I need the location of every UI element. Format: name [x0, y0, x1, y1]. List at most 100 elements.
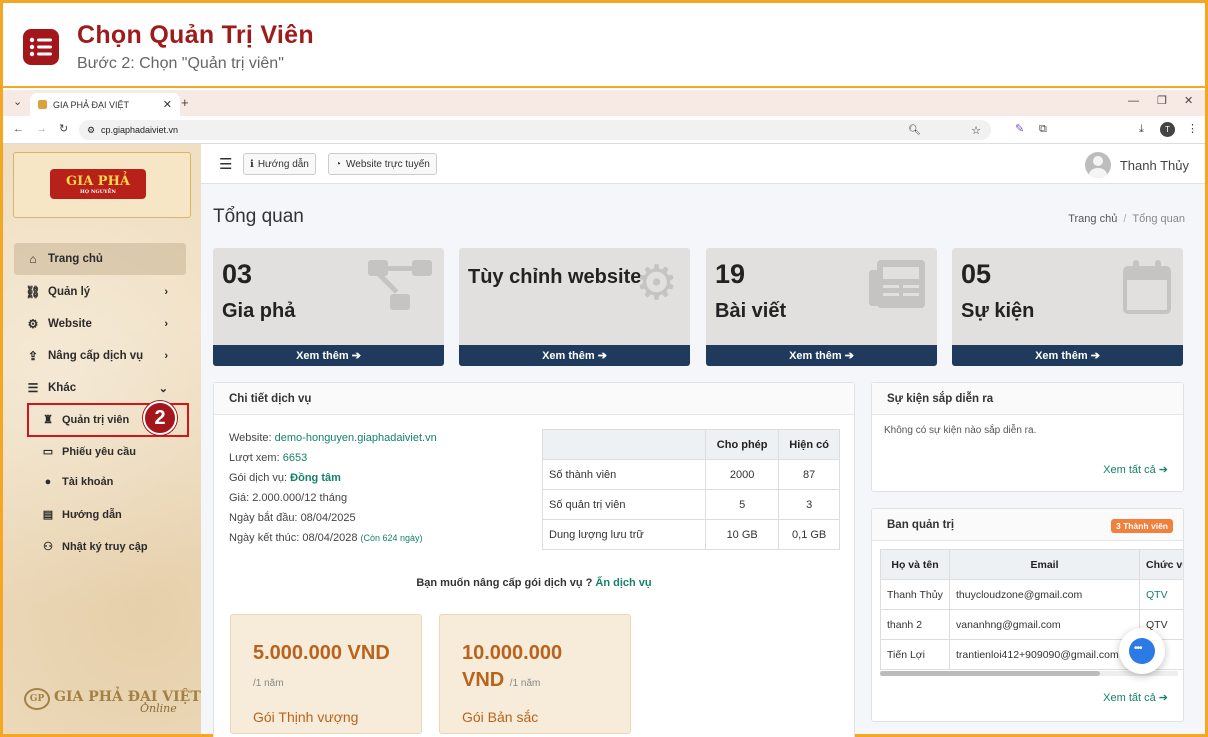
- stat-card-customize: Tùy chỉnh website ⚙ Xem thêm ➔: [459, 248, 690, 366]
- breadcrumb-home[interactable]: Trang chủ: [1068, 213, 1117, 225]
- stat-label: Bài viết: [715, 300, 787, 322]
- table-cell: Dung lượng lưu trữ: [542, 519, 706, 550]
- stat-card-genealogy: 03 Gia phả Xem thêm ➔: [213, 248, 444, 366]
- sidebar-item-manage[interactable]: ⛓ Quản lý ›: [14, 276, 186, 308]
- card-title: Chi tiết dịch vụ: [214, 383, 854, 415]
- upgrade-prompt: Bạn muốn nâng cấp gói dịch vụ ? Ấn dịch …: [214, 577, 854, 589]
- view-more-button[interactable]: Xem thêm ➔: [459, 345, 690, 366]
- table-cell: 87: [778, 459, 840, 490]
- quota-table: Cho phép Hiện có Số thành viên 2000 87 Số q…: [542, 429, 840, 550]
- sidebar-item-other[interactable]: ☰ Khác ⌄: [14, 372, 186, 404]
- calendar-icon: [1123, 260, 1171, 323]
- plan-row: Gói dịch vụ: Đồng tâm: [229, 472, 341, 484]
- download-icon[interactable]: ⤓: [1139, 124, 1144, 135]
- close-tab-icon[interactable]: ✕: [163, 98, 172, 111]
- views-row: Lượt xem: 6653: [229, 452, 307, 464]
- table-cell: 5: [704, 489, 780, 520]
- stat-label: Sự kiện: [961, 300, 1035, 322]
- sitemap-icon: [368, 260, 432, 321]
- site-info-icon[interactable]: ⚙: [87, 125, 95, 136]
- view-all-link[interactable]: Xem tất cả ➔: [1103, 691, 1168, 704]
- view-more-label: Xem thêm: [1035, 349, 1088, 362]
- upgrade-icon: ⇪: [27, 349, 39, 363]
- website-link[interactable]: demo-honguyen.giaphadaiviet.vn: [275, 432, 437, 444]
- sidebar-item-label: Quản lý: [48, 286, 91, 298]
- table-cell: Số thành viên: [542, 459, 706, 490]
- sidebar-subitem-label: Hướng dẫn: [62, 508, 122, 521]
- browser-tab[interactable]: GIA PHẢ ĐẠI VIỆT ✕: [30, 93, 180, 116]
- events-empty-text: Không có sự kiện nào sắp diễn ra.: [884, 425, 1037, 436]
- sidebar-item-home[interactable]: ⌂ Trang chủ: [14, 243, 186, 275]
- sidebar-subitem-log[interactable]: ⚇ Nhật ký truy cập: [40, 540, 148, 554]
- restore-icon[interactable]: ❐: [1157, 96, 1167, 107]
- sidebar-item-label: Website: [48, 318, 92, 330]
- guide-title: Chọn Quản Trị Viên: [77, 21, 314, 49]
- arrow-circle-icon: ➔: [1090, 350, 1100, 362]
- guide-header: Chọn Quản Trị Viên Bước 2: Chọn "Quản tr…: [3, 3, 1205, 88]
- table-cell: vananhng@gmail.com: [949, 609, 1140, 640]
- sidebar-subitem-tickets[interactable]: ▭ Phiếu yêu cầu: [40, 445, 136, 459]
- newspaper-icon: [869, 260, 925, 317]
- zoom-icon[interactable]: 🔍︎: [908, 125, 921, 136]
- table-cell: Tiến Lợi: [880, 639, 950, 670]
- guide-button[interactable]: ℹ Hướng dẫn: [243, 153, 316, 175]
- table-row: Thanh Thủy thuycloudzone@gmail.com QTV: [880, 579, 1183, 610]
- package-card[interactable]: 10.000.000 VND /1 năm Gói Bản sắc: [439, 614, 631, 734]
- minimize-icon[interactable]: —: [1128, 96, 1139, 107]
- table-cell: thanh 2: [880, 609, 950, 640]
- site-logo[interactable]: GIA PHẢ HỌ NGUYỄN: [13, 152, 191, 218]
- table-cell: Số quản trị viên: [542, 489, 706, 520]
- hamburger-icon[interactable]: ☰: [219, 155, 232, 173]
- tab-list-icon[interactable]: ⌄: [13, 97, 22, 108]
- view-more-button[interactable]: Xem thêm ➔: [952, 345, 1183, 366]
- logo-text: GIA PHẢ: [66, 173, 130, 189]
- breadcrumb: Trang chủ / Tổng quan: [1068, 213, 1185, 225]
- page-title: Tổng quan: [213, 206, 304, 227]
- package-period: /1 năm: [253, 678, 284, 689]
- close-window-icon[interactable]: ✕: [1184, 96, 1193, 107]
- sidebar-subitem-guide[interactable]: ▤ Hướng dẫn: [40, 508, 122, 522]
- stat-label: Tùy chỉnh website: [468, 266, 642, 288]
- sidebar-item-website[interactable]: ⚙ Website ›: [14, 308, 186, 340]
- address-url: cp.giaphadaiviet.vn: [101, 125, 179, 135]
- view-all-link[interactable]: Xem tất cả ➔: [1103, 463, 1168, 476]
- service-details-card: Chi tiết dịch vụ Website: demo-honguyen.…: [213, 382, 855, 737]
- start-value: 08/04/2025: [300, 512, 356, 524]
- back-icon[interactable]: ←: [13, 124, 24, 135]
- file-icon: ▤: [42, 509, 54, 521]
- sidebar-item-upgrade[interactable]: ⇪ Nâng cấp dịch vụ ›: [14, 340, 186, 372]
- profile-avatar[interactable]: T: [1160, 122, 1175, 137]
- forward-icon[interactable]: →: [36, 124, 47, 135]
- user-menu[interactable]: Thanh Thủy: [1084, 152, 1189, 178]
- view-more-button[interactable]: Xem thêm ➔: [213, 345, 444, 366]
- sidebar-subitem-account[interactable]: ● Tài khoản: [40, 476, 114, 488]
- extensions-icon[interactable]: ⧉: [1039, 124, 1047, 135]
- start-label: Ngày bắt đầu:: [229, 512, 298, 524]
- website-button[interactable]: ◔ Website trực tuyến: [328, 153, 437, 175]
- arrow-circle-icon: ➔: [597, 350, 607, 362]
- chat-icon: [1129, 638, 1155, 664]
- chat-support-button[interactable]: [1119, 628, 1165, 674]
- bookmark-icon[interactable]: ☆: [971, 124, 981, 137]
- upgrade-link[interactable]: Ấn dịch vụ: [595, 577, 651, 589]
- browser-tab-bar: ⌄ GIA PHẢ ĐẠI VIỆT ✕ + — ❐ ✕: [3, 90, 1205, 116]
- address-bar[interactable]: ⚙ cp.giaphadaiviet.vn 🔍︎ ☆: [79, 120, 991, 140]
- menu-dots-icon[interactable]: ⋮: [1187, 124, 1198, 135]
- package-card[interactable]: 5.000.000 VND/1 năm Gói Thịnh vượng: [230, 614, 422, 734]
- package-currency: VND: [462, 669, 505, 691]
- table-header-row: Họ và tênEmailChức vụ: [880, 549, 1183, 580]
- extension-icon[interactable]: ✎: [1015, 124, 1024, 135]
- sidebar-item-label: Trang chủ: [48, 253, 103, 265]
- new-tab-icon[interactable]: +: [181, 96, 189, 109]
- table-header: Chức vụ: [1139, 549, 1183, 580]
- view-more-button[interactable]: Xem thêm ➔: [706, 345, 937, 366]
- browser-toolbar: ← → ↻ ⚙ cp.giaphadaiviet.vn 🔍︎ ☆ ✎ ⧉ ⤓ T…: [3, 116, 1205, 144]
- step-badge: 2: [143, 401, 177, 435]
- gear-icon: ⚙: [27, 317, 39, 331]
- arrow-right-icon: ➔: [1158, 692, 1168, 704]
- reload-icon[interactable]: ↻: [59, 124, 68, 135]
- website-button-label: Website trực tuyến: [346, 158, 430, 170]
- package-price: 5.000.000 VND: [253, 642, 390, 664]
- view-all-label: Xem tất cả: [1103, 464, 1156, 476]
- stat-number: 03: [222, 259, 253, 289]
